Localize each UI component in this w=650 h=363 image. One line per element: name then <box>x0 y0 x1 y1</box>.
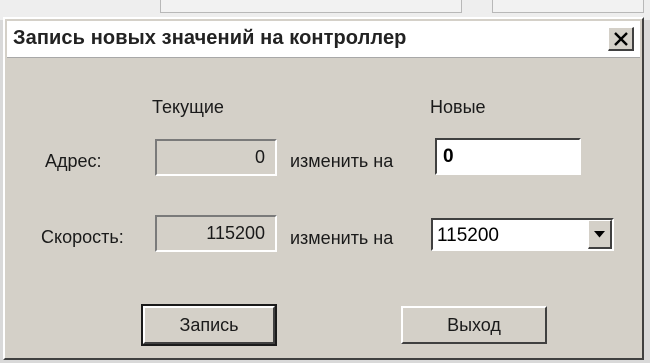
address-new-input[interactable] <box>443 143 573 171</box>
address-change-label: изменить на <box>290 151 394 171</box>
address-new-field-frame <box>435 138 581 175</box>
chevron-down-icon <box>594 231 605 238</box>
exit-button-label: Выход <box>447 315 501 335</box>
current-column-header: Текущие <box>152 97 224 117</box>
write-values-dialog: Запись новых значений на контроллер Теку… <box>3 17 644 360</box>
write-button-label: Запись <box>179 315 239 335</box>
speed-selected-value: 115200 <box>437 225 499 246</box>
speed-dropdown-button[interactable] <box>588 220 612 249</box>
address-current-value: 0 <box>155 139 277 176</box>
background-window-segment <box>492 0 644 13</box>
speed-label: Скорость: <box>41 227 124 247</box>
close-button[interactable] <box>608 27 634 51</box>
close-icon <box>614 32 628 46</box>
speed-change-label: изменить на <box>290 228 394 248</box>
exit-button[interactable]: Выход <box>401 306 547 344</box>
speed-current-value: 115200 <box>155 215 277 252</box>
title-bar[interactable]: Запись новых значений на контроллер <box>7 21 640 58</box>
address-label: Адрес: <box>45 151 102 171</box>
new-column-header: Новые <box>430 97 486 117</box>
background-window-segment <box>160 0 462 13</box>
dialog-title: Запись новых значений на контроллер <box>13 27 407 49</box>
write-button[interactable]: Запись <box>141 304 277 346</box>
speed-select[interactable]: 115200 <box>431 218 614 251</box>
